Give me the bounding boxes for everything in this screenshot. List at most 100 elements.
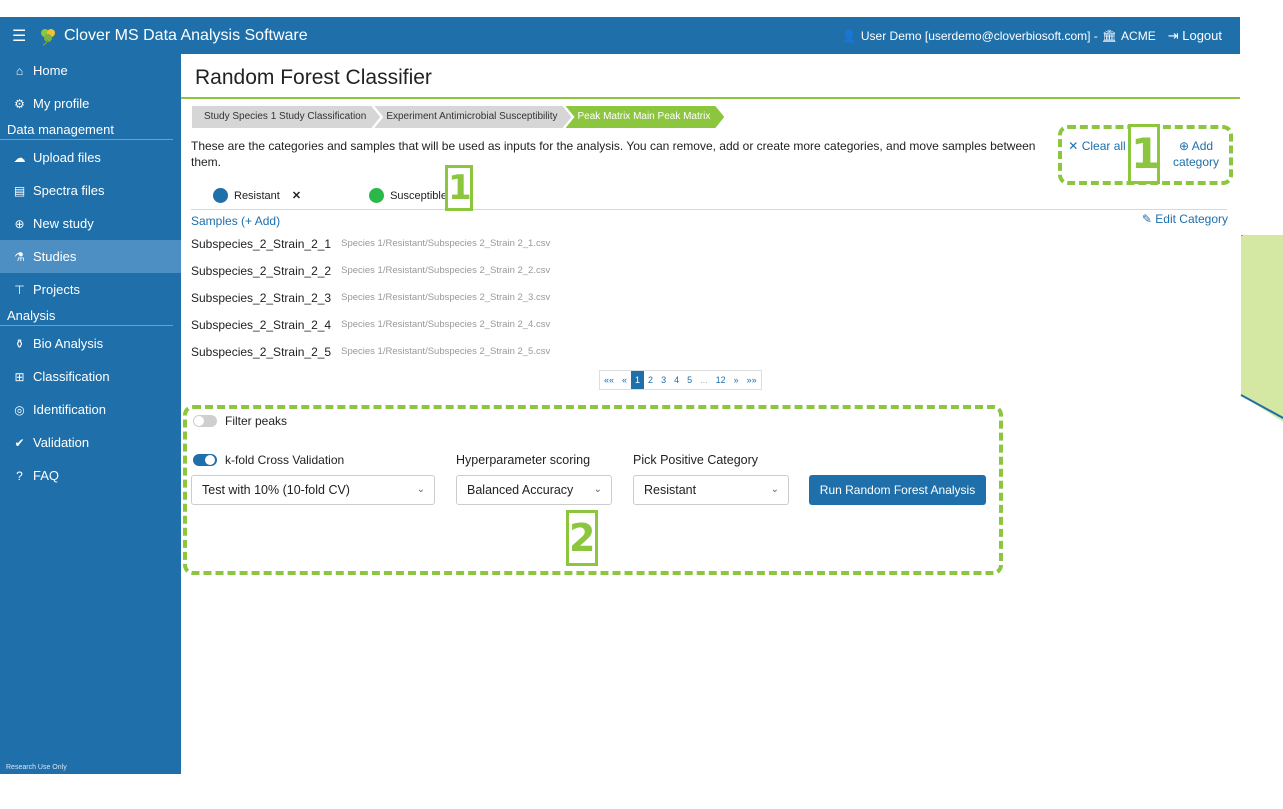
annotation-number-1-tabs: 1 [445,165,473,211]
plus-circle-icon: ⊕ [14,216,25,231]
page-ellipsis: ... [700,375,708,385]
pencil-icon: ✎ [1141,212,1152,226]
category-label: Resistant [234,189,280,202]
page-first[interactable]: «« [600,371,618,389]
category-label: Susceptible [390,189,447,202]
fingerprint-icon: ◎ [14,402,25,417]
sidebar-item-label: FAQ [33,468,60,483]
page-last[interactable]: »» [743,371,761,389]
intro-text: These are the categories and samples tha… [191,139,1036,169]
page-12[interactable]: 12 [712,371,730,389]
sidebar-section-data-management: Data management [0,122,173,140]
page-1[interactable]: 1 [631,371,645,389]
title-divider [181,97,1240,99]
list-item[interactable]: Subspecies_2_Strain_2_4 Species 1/Resist… [191,311,550,338]
user-icon: 👤 [841,28,857,43]
institution-icon: 🏛 [1101,28,1118,43]
sample-name: Subspecies_2_Strain_2_4 [191,317,332,332]
samples-close-paren: ) [276,214,281,228]
file-icon: ▤ [13,183,26,198]
user-gear-icon: ⚙ [14,96,25,111]
page-4[interactable]: 4 [670,371,683,389]
sidebar-item-label: Studies [33,249,77,264]
pagination: «« « 1 2 3 4 5 ... 12 » »» [599,370,762,390]
app-title: Clover MS Data Analysis Software [64,26,308,44]
sidebar-item-bio-analysis[interactable]: ⚱ Bio Analysis [0,327,181,360]
samples-header: Samples (+ Add) [191,214,280,228]
user-info[interactable]: User Demo [userdemo@cloverbiosoft.com] - [861,29,1098,43]
sidebar-item-projects[interactable]: ⊤ Projects [0,273,181,306]
sidebar-item-classification[interactable]: ⊞ Classification [0,360,181,393]
breadcrumb-study[interactable]: Study Species 1 Study Classification [192,106,380,128]
category-color-dot [369,188,385,203]
decorative-triangle-right [1240,235,1283,422]
org-name[interactable]: ACME [1121,29,1156,43]
sidebar-item-home[interactable]: ⌂ Home [0,54,181,87]
remove-category-icon[interactable]: ✕ [292,189,301,202]
annotation-number-2: 2 [566,510,598,566]
top-navbar: ☰ Clover MS Data Analysis Software 👤 Use… [0,17,1240,54]
list-item[interactable]: Subspecies_2_Strain_2_2 Species 1/Resist… [191,257,550,284]
sample-name: Subspecies_2_Strain_2_3 [191,290,332,305]
page-title: Random Forest Classifier [195,66,432,89]
list-item[interactable]: Subspecies_2_Strain_2_1 Species 1/Resist… [191,230,550,257]
edit-category-label: Edit Category [1155,212,1228,226]
sidebar-item-label: Validation [33,435,90,450]
sidebar-item-identification[interactable]: ◎ Identification [0,393,181,426]
hamburger-menu-icon[interactable]: ☰ [12,26,28,46]
sidebar-item-label: My profile [33,96,90,111]
sidebar-item-new-study[interactable]: ⊕ New study [0,207,181,240]
question-circle-icon: ? [16,468,23,483]
cloud-upload-icon: ☁ [13,150,26,165]
sidebar-section-analysis: Analysis [0,308,173,326]
sign-out-icon: ⇥ [1167,27,1179,43]
page-prev[interactable]: « [618,371,631,389]
page-2[interactable]: 2 [644,371,657,389]
annotation-number-1: 1 [1128,124,1160,184]
sample-path: Species 1/Resistant/Subspecies 2_Strain … [341,292,551,303]
sidebar-item-my-profile[interactable]: ⚙ My profile [0,87,181,120]
sample-path: Species 1/Resistant/Subspecies 2_Strain … [341,265,551,276]
sidebar-item-spectra-files[interactable]: ▤ Spectra files [0,174,181,207]
sidebar-item-label: Home [33,63,68,78]
sidebar-item-label: Classification [33,369,110,384]
breadcrumb-experiment[interactable]: Experiment Antimicrobial Susceptibility [374,106,571,128]
sidebar-item-label: New study [33,216,94,231]
category-color-dot [213,188,228,203]
add-sample-link[interactable]: + Add [245,214,276,228]
list-item[interactable]: Subspecies_2_Strain_2_3 Species 1/Resist… [191,284,550,311]
sidebar-item-label: Identification [33,402,106,417]
sidebar: ⌂ Home ⚙ My profile Data management ☁ Up… [0,54,181,774]
sample-name: Subspecies_2_Strain_2_5 [191,344,332,359]
flask-icon: ⚱ [14,336,25,351]
page-next[interactable]: » [730,371,743,389]
page-3[interactable]: 3 [657,371,670,389]
research-use-only-note: Research Use Only [6,764,67,771]
sidebar-item-upload-files[interactable]: ☁ Upload files [0,141,181,174]
breadcrumb: Study Species 1 Study Classification Exp… [192,106,718,128]
sidebar-item-studies[interactable]: ⚗ Studies [0,240,181,273]
sample-list: Subspecies_2_Strain_2_1 Species 1/Resist… [191,230,550,365]
check-double-icon: ✔ [14,435,25,450]
sample-path: Species 1/Resistant/Subspecies 2_Strain … [341,346,551,357]
home-icon: ⌂ [15,63,24,78]
sidebar-item-validation[interactable]: ✔ Validation [0,426,181,459]
sample-name: Subspecies_2_Strain_2_2 [191,263,332,278]
page-5[interactable]: 5 [683,371,696,389]
logout-link[interactable]: ⇥ Logout [1168,28,1222,44]
sitemap-icon: ⊞ [14,369,25,384]
tab-resistant[interactable]: Resistant ✕ [191,182,301,209]
sidebar-item-label: Spectra files [33,183,105,198]
sidebar-item-label: Bio Analysis [33,336,104,351]
category-tabs: Resistant ✕ Susceptible ✕ [191,182,1227,210]
sidebar-item-label: Upload files [33,150,101,165]
list-item[interactable]: Subspecies_2_Strain_2_5 Species 1/Resist… [191,338,550,365]
sample-path: Species 1/Resistant/Subspecies 2_Strain … [341,319,551,330]
sample-path: Species 1/Resistant/Subspecies 2_Strain … [341,238,551,249]
user-area: 👤 User Demo [userdemo@cloverbiosoft.com]… [842,28,1222,44]
breadcrumb-peak-matrix[interactable]: Peak Matrix Main Peak Matrix [566,106,725,128]
sample-name: Subspecies_2_Strain_2_1 [191,236,332,251]
sidebar-item-label: Projects [33,282,80,297]
sidebar-item-faq[interactable]: ? FAQ [0,459,181,492]
edit-category-link[interactable]: ✎ Edit Category [1142,212,1228,226]
